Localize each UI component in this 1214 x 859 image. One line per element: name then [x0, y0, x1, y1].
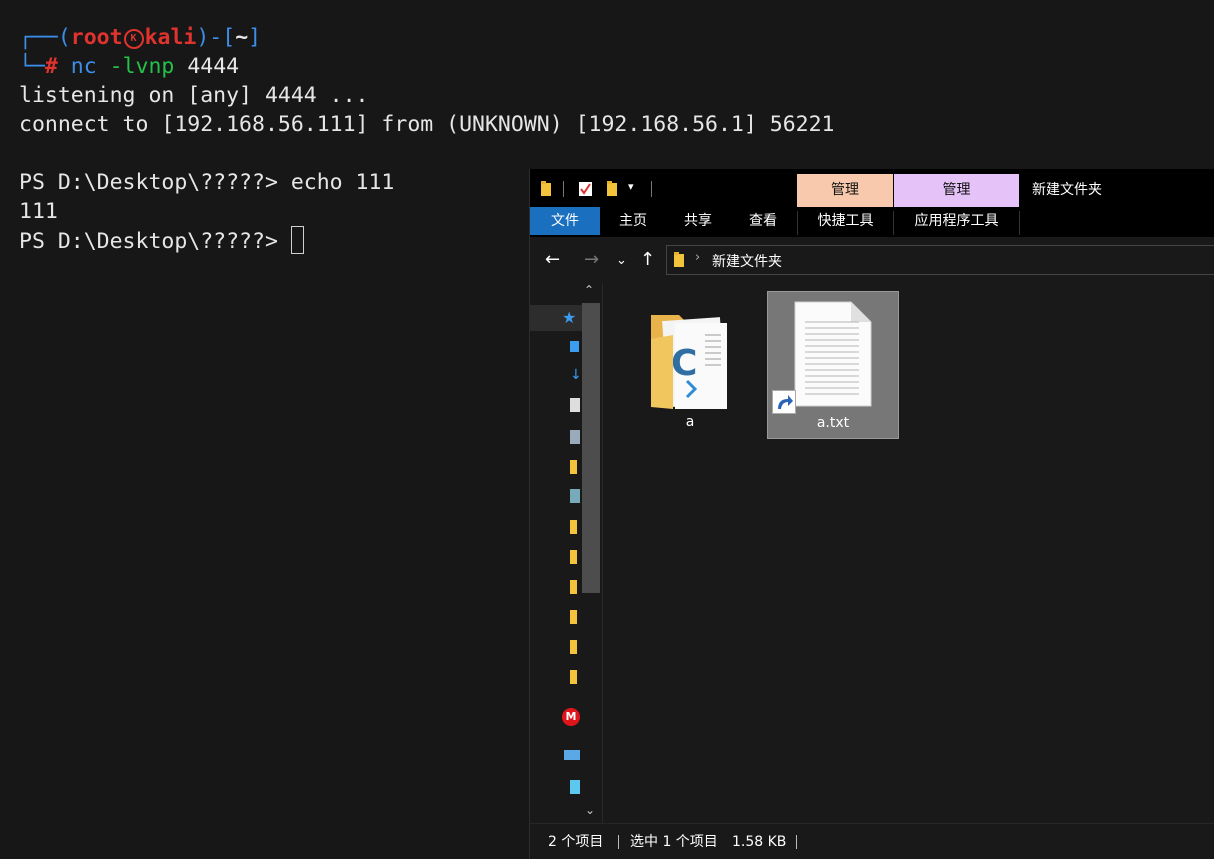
scroll-up-icon[interactable]: ⌃ — [584, 283, 594, 297]
prompt-mid: )-[ — [196, 25, 236, 50]
tab-file[interactable]: 文件 — [530, 207, 600, 235]
ps-echo-line: PS D:\Desktop\?????> echo 111 — [19, 170, 395, 195]
divider — [651, 181, 652, 197]
scroll-down-icon[interactable]: ⌄ — [585, 803, 595, 817]
text-file-item[interactable]: a.txt — [767, 291, 899, 439]
file-explorer-window[interactable]: ▾ 管理 管理 新建文件夹 文件 主页 共享 查看 快捷工具 应用程序工具 ← … — [529, 169, 1214, 859]
folder-icon[interactable] — [570, 520, 577, 534]
file-name: a — [685, 414, 695, 430]
file-name: a.txt — [816, 415, 850, 431]
folder-icon[interactable] — [570, 610, 577, 624]
navigation-bar: ← → ⌄ ↑ › 新建文件夹 — [530, 237, 1214, 283]
download-icon[interactable]: ↓ — [570, 367, 582, 383]
customize-dropdown-icon[interactable]: ▾ — [628, 180, 634, 193]
folder-icon[interactable] — [570, 580, 577, 594]
desktop-icon[interactable] — [570, 341, 579, 352]
ribbon-tabs: 文件 主页 共享 查看 快捷工具 应用程序工具 — [530, 207, 1214, 237]
window-title: 新建文件夹 — [1032, 182, 1102, 198]
breadcrumb-chevron-icon[interactable]: › — [695, 250, 700, 265]
command-name: nc — [70, 54, 97, 79]
status-bar: 2 个项目 选中 1 个项目 1.58 KB — [530, 823, 1214, 859]
shortcut-arrow-icon — [772, 390, 796, 414]
selection-count: 选中 1 个项目 — [630, 834, 718, 850]
navigation-pane[interactable]: ⌃ ⌄ ★ ↓ M — [530, 283, 602, 823]
svg-text:C: C — [671, 343, 697, 384]
output-connect: connect to [192.168.56.111] from (UNKNOW… — [19, 112, 835, 137]
network-icon[interactable] — [570, 780, 580, 794]
folder-icon[interactable] — [570, 640, 577, 654]
prompt-line-2: └─# nc -lvnp 4444 — [19, 52, 239, 81]
up-arrow-icon[interactable]: ↑ — [640, 249, 655, 270]
mega-icon[interactable]: M — [562, 708, 580, 726]
recent-chevron-down-icon[interactable]: ⌄ — [616, 253, 627, 268]
title-bar: ▾ 管理 管理 新建文件夹 — [530, 169, 1214, 207]
text-document-icon — [794, 301, 872, 407]
tab-home[interactable]: 主页 — [608, 207, 658, 235]
folder-item[interactable]: C a — [625, 291, 755, 437]
tab-shortcut-tools[interactable]: 快捷工具 — [798, 207, 893, 235]
output-listening: listening on [any] 4444 ... — [19, 83, 369, 108]
forward-arrow-icon[interactable]: → — [584, 249, 599, 270]
folder-icon[interactable] — [570, 550, 577, 564]
prompt-close: ] — [248, 25, 262, 50]
vscode-folder-icon: C — [651, 315, 727, 409]
divider — [1019, 211, 1020, 235]
tab-share[interactable]: 共享 — [673, 207, 723, 235]
folder-icon[interactable] — [570, 460, 577, 474]
folder-icon[interactable] — [540, 181, 554, 201]
document-icon[interactable] — [570, 398, 580, 412]
prompt-user: root — [70, 25, 123, 50]
context-tab-manage-shortcut[interactable]: 管理 — [797, 174, 893, 207]
kali-badge-icon: K — [123, 29, 144, 49]
ps-prompt-line: PS D:\Desktop\?????> — [19, 226, 304, 256]
folder-icon[interactable] — [570, 670, 577, 684]
prompt-cwd: ~ — [235, 25, 249, 50]
recycle-icon[interactable] — [570, 489, 580, 503]
command-port: 4444 — [187, 54, 240, 79]
tab-view[interactable]: 查看 — [738, 207, 788, 235]
tab-app-tools[interactable]: 应用程序工具 — [894, 207, 1019, 235]
back-arrow-icon[interactable]: ← — [545, 249, 560, 270]
context-tab-manage-app[interactable]: 管理 — [894, 174, 1019, 207]
scrollbar-thumb[interactable] — [582, 303, 600, 593]
divider — [563, 181, 564, 197]
prompt-open: ┌──( — [19, 25, 71, 50]
address-bar[interactable]: › 新建文件夹 — [666, 245, 1214, 275]
this-pc-icon[interactable] — [564, 750, 580, 760]
ps-prompt: PS D:\Desktop\?????> — [19, 229, 291, 254]
item-count: 2 个项目 — [548, 834, 604, 850]
folder-icon — [673, 252, 687, 272]
ps-output: 111 — [19, 199, 58, 224]
divider — [618, 835, 619, 849]
file-list-pane[interactable]: C a a.txt — [602, 283, 1214, 823]
new-folder-icon[interactable] — [606, 181, 620, 201]
picture-icon[interactable] — [570, 430, 580, 444]
selection-size: 1.58 KB — [732, 834, 787, 850]
prompt-corner: └─ — [19, 54, 45, 79]
text-cursor — [290, 226, 304, 254]
star-icon: ★ — [562, 308, 577, 327]
command-flags: -lvnp — [109, 54, 175, 79]
divider — [796, 835, 797, 849]
properties-icon[interactable] — [578, 181, 594, 201]
prompt-line-1: ┌──(root Kkali)-[~] — [19, 23, 261, 52]
prompt-host: kali — [144, 25, 197, 50]
quick-access-item[interactable]: ★ — [530, 305, 582, 331]
breadcrumb-current[interactable]: 新建文件夹 — [712, 251, 782, 271]
prompt-hash: # — [44, 54, 58, 79]
